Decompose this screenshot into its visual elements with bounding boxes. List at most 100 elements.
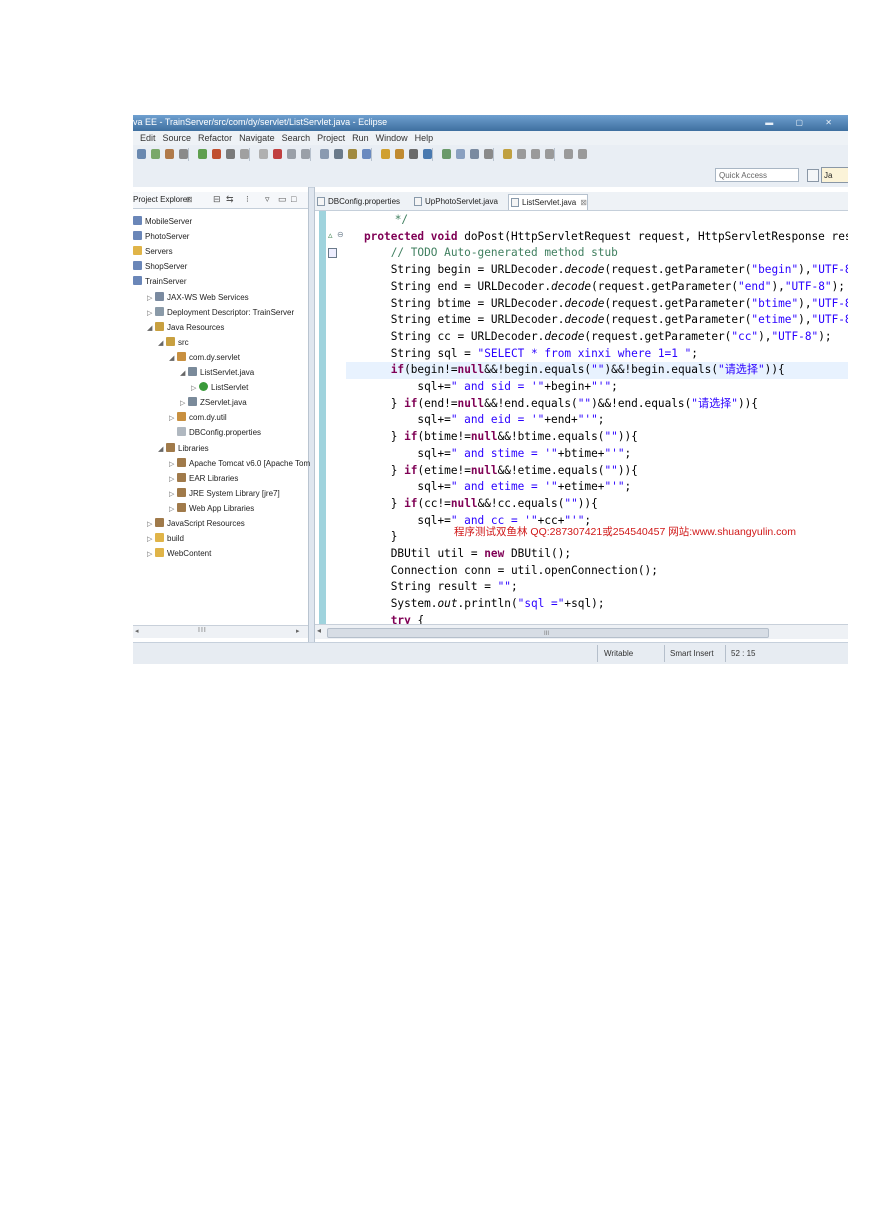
next-annotation-icon[interactable] bbox=[470, 149, 479, 159]
view-menu-icon[interactable]: ⁝ bbox=[246, 194, 249, 205]
collapsed-arrow-icon[interactable]: ▷ bbox=[169, 488, 177, 501]
menu-source[interactable]: Source bbox=[163, 131, 192, 145]
menu-refactor[interactable]: Refactor bbox=[198, 131, 232, 145]
code-line[interactable]: if(begin!=null&&!begin.equals("")&&!begi… bbox=[346, 362, 848, 379]
scroll-grip[interactable]: III bbox=[198, 627, 207, 634]
maximize-icon[interactable]: □ bbox=[291, 194, 296, 204]
tree-item[interactable]: ◢ Java Resources bbox=[147, 321, 224, 334]
editor-tab[interactable]: DBConfig.properties bbox=[315, 194, 400, 209]
block-selection-icon[interactable] bbox=[456, 149, 465, 159]
minimize-icon[interactable]: ▭ bbox=[278, 194, 287, 205]
close-icon[interactable]: ⊠ bbox=[580, 198, 587, 207]
code-line[interactable]: } if(etime!=null&&!etime.equals("")){ bbox=[346, 463, 638, 480]
code-area[interactable]: */ protected void doPost(HttpServletReque… bbox=[346, 211, 848, 624]
collapsed-arrow-icon[interactable]: ▷ bbox=[147, 548, 155, 561]
open-type-icon[interactable] bbox=[381, 149, 390, 159]
tree-item[interactable]: ▷ JRE System Library [jre7] bbox=[169, 487, 280, 500]
tree-item[interactable]: ◢ Libraries bbox=[158, 442, 209, 455]
tree-item[interactable]: ▷ Web App Libraries bbox=[169, 502, 254, 515]
code-line[interactable]: Connection conn = util.openConnection(); bbox=[346, 563, 658, 580]
tree-item[interactable]: ◢ src bbox=[158, 336, 189, 349]
override-marker-icon[interactable]: ▵ bbox=[328, 230, 333, 241]
print-icon[interactable] bbox=[165, 149, 174, 159]
code-line[interactable]: } bbox=[346, 529, 398, 546]
editor-tab[interactable]: ListServlet.java ⊠ bbox=[508, 194, 588, 210]
tree-item[interactable]: ▷ WebContent bbox=[147, 547, 211, 560]
code-line[interactable]: DBUtil util = new DBUtil(); bbox=[346, 546, 571, 563]
code-line[interactable]: // TODO Auto-generated method stub bbox=[346, 245, 618, 262]
code-line[interactable]: } if(btime!=null&&!btime.equals("")){ bbox=[346, 429, 638, 446]
fold-toggle-icon[interactable]: ⊖ bbox=[337, 230, 344, 239]
stop-icon[interactable] bbox=[226, 149, 235, 159]
close-icon[interactable]: ⊠ bbox=[186, 195, 193, 204]
editor-horizontal-scrollbar[interactable]: ◂ III bbox=[315, 624, 848, 639]
tree-item[interactable]: PhotoServer bbox=[133, 230, 189, 243]
annotation-icon[interactable] bbox=[409, 149, 418, 159]
menu-window[interactable]: Window bbox=[376, 131, 408, 145]
expanded-arrow-icon[interactable]: ◢ bbox=[147, 322, 155, 335]
menu-navigate[interactable]: Navigate bbox=[239, 131, 275, 145]
tree-item[interactable]: ▷ ListServlet bbox=[191, 381, 248, 394]
link-editor-icon[interactable]: ⇆ bbox=[226, 194, 234, 205]
task-marker-icon[interactable] bbox=[328, 248, 337, 258]
collapsed-arrow-icon[interactable]: ▷ bbox=[169, 503, 177, 516]
tree-item[interactable]: TrainServer bbox=[133, 275, 187, 288]
collapsed-arrow-icon[interactable]: ▷ bbox=[169, 473, 177, 486]
step-over-icon[interactable] bbox=[301, 149, 310, 159]
code-line[interactable]: String end = URLDecoder.decode(request.g… bbox=[346, 279, 845, 296]
tree-item[interactable]: ▷ com.dy.util bbox=[169, 411, 227, 424]
code-line[interactable]: try { bbox=[346, 613, 424, 624]
forward-icon[interactable] bbox=[531, 149, 540, 159]
expanded-arrow-icon[interactable]: ◢ bbox=[158, 443, 166, 456]
expanded-arrow-icon[interactable]: ◢ bbox=[158, 337, 166, 350]
java-perspective-button[interactable]: Ja bbox=[821, 167, 848, 183]
window-controls[interactable]: ▬ ▢ ✕ bbox=[765, 118, 842, 127]
open-perspective-icon[interactable] bbox=[807, 169, 819, 182]
step-return-icon[interactable] bbox=[320, 149, 329, 159]
toggle-mark-icon[interactable] bbox=[423, 149, 432, 159]
code-line[interactable]: sql+=" and sid = '"+begin+"'"; bbox=[346, 379, 617, 396]
tree-item[interactable]: ▷ Apache Tomcat v6.0 [Apache Tom bbox=[169, 457, 310, 470]
search-icon[interactable] bbox=[395, 149, 404, 159]
menu-icon[interactable] bbox=[578, 149, 587, 159]
collapse-all-icon[interactable]: ⊟ bbox=[213, 194, 221, 205]
tree-item[interactable]: ▷ EAR Libraries bbox=[169, 472, 238, 485]
scroll-thumb[interactable]: III bbox=[327, 628, 769, 638]
scroll-left-icon[interactable]: ◂ bbox=[317, 626, 321, 635]
nav-icon[interactable] bbox=[564, 149, 573, 159]
code-line[interactable]: sql+=" and eid = '"+end+"'"; bbox=[346, 412, 604, 429]
chevron-down-icon[interactable]: ▿ bbox=[265, 194, 270, 205]
debug-icon[interactable] bbox=[179, 149, 188, 159]
collapsed-arrow-icon[interactable]: ▷ bbox=[169, 458, 177, 471]
editor-tab[interactable]: UpPhotoServlet.java bbox=[412, 194, 498, 209]
menu-run[interactable]: Run bbox=[352, 131, 369, 145]
code-line[interactable]: String sql = "SELECT * from xinxi where … bbox=[346, 346, 698, 363]
collapsed-arrow-icon[interactable]: ▷ bbox=[147, 307, 155, 320]
code-line[interactable]: */ bbox=[346, 212, 408, 229]
terminate-icon[interactable] bbox=[273, 149, 282, 159]
scroll-right-icon[interactable]: ▸ bbox=[296, 627, 300, 635]
collapsed-arrow-icon[interactable]: ▷ bbox=[147, 533, 155, 546]
scroll-left-icon[interactable]: ◂ bbox=[135, 627, 139, 635]
code-line[interactable]: String result = ""; bbox=[346, 579, 518, 596]
tree-item[interactable]: ▷ ZServlet.java bbox=[180, 396, 247, 409]
code-line[interactable]: System.out.println("sql ="+sql); bbox=[346, 596, 605, 613]
code-line[interactable]: } if(cc!=null&&!cc.equals("")){ bbox=[346, 496, 598, 513]
resume-icon[interactable] bbox=[259, 149, 268, 159]
horizontal-scrollbar[interactable]: III ◂ ▸ bbox=[133, 625, 308, 638]
project-explorer-tab[interactable]: Project Explorer ⊠ ⊟ ⇆ ⁝ ▿ ▭ □ bbox=[133, 192, 308, 209]
code-line[interactable]: String begin = URLDecoder.decode(request… bbox=[346, 262, 848, 279]
expanded-arrow-icon[interactable]: ◢ bbox=[180, 367, 188, 380]
show-whitespace-icon[interactable] bbox=[442, 149, 451, 159]
tree-item[interactable]: MobileServer bbox=[133, 215, 192, 228]
menu-edit[interactable]: Edit bbox=[140, 131, 156, 145]
code-line[interactable]: String cc = URLDecoder.decode(request.ge… bbox=[346, 329, 832, 346]
tree-item[interactable]: Servers bbox=[133, 245, 173, 258]
tree-item[interactable]: ◢ ListServlet.java bbox=[180, 366, 254, 379]
code-line[interactable]: protected void doPost(HttpServletRequest… bbox=[346, 229, 848, 246]
new-server-icon[interactable] bbox=[348, 149, 357, 159]
collapsed-arrow-icon[interactable]: ▷ bbox=[147, 518, 155, 531]
prev-annotation-icon[interactable] bbox=[484, 149, 493, 159]
tree-item[interactable]: ▷ JAX-WS Web Services bbox=[147, 291, 249, 304]
menu-project[interactable]: Project bbox=[317, 131, 345, 145]
